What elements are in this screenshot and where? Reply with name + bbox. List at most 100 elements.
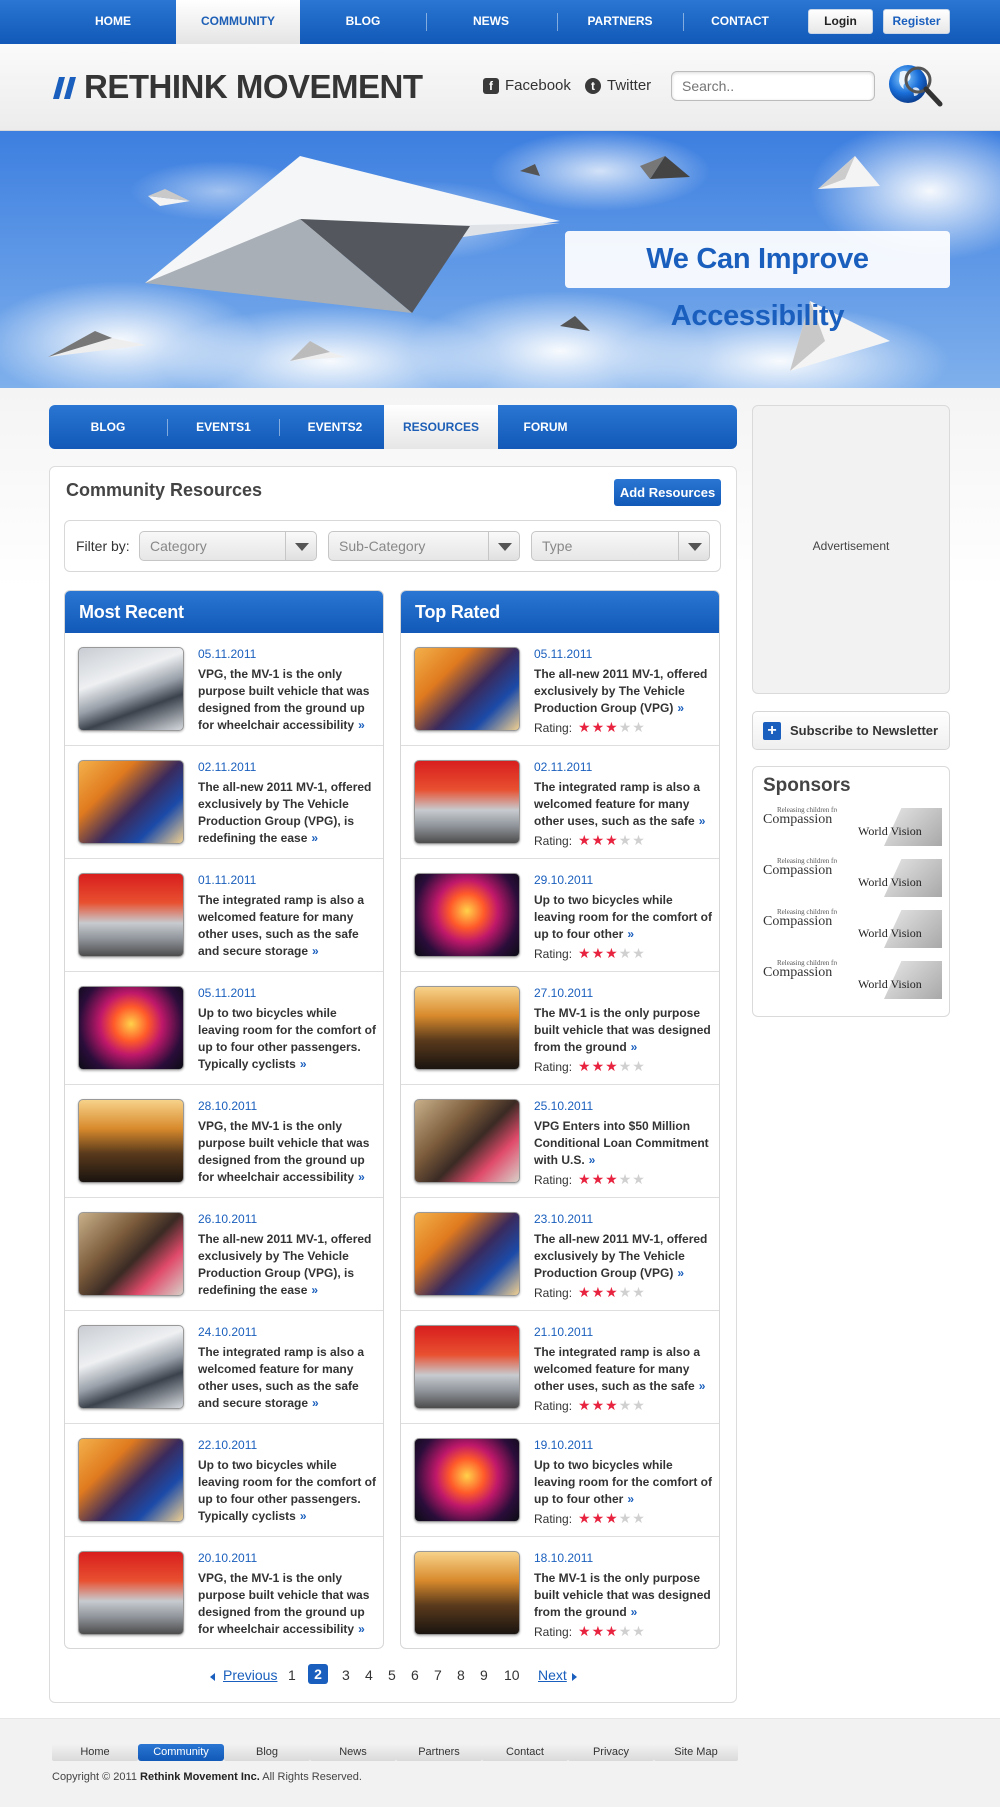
current-page[interactable]: 2	[308, 1664, 328, 1684]
sponsor-row[interactable]: Releasing children from poverty in Jesus…	[763, 959, 943, 1001]
sponsor-row[interactable]: Releasing children from poverty in Jesus…	[763, 908, 943, 950]
read-more-icon[interactable]: »	[312, 1396, 319, 1410]
star-rating[interactable]: ★★★★★	[578, 1623, 646, 1640]
top-rated-item[interactable]: 21.10.2011 The integrated ramp is also a …	[401, 1311, 719, 1424]
type-select[interactable]: Type	[531, 531, 710, 561]
star-rating[interactable]: ★★★★★	[578, 832, 646, 849]
star-rating[interactable]: ★★★★★	[578, 1397, 646, 1414]
read-more-icon[interactable]: »	[312, 944, 319, 958]
footer-link-home[interactable]: Home	[52, 1744, 138, 1761]
footer-link-partners[interactable]: Partners	[396, 1744, 482, 1761]
subnav-blog[interactable]: BLOG	[49, 405, 167, 449]
read-more-icon[interactable]: »	[699, 814, 706, 828]
star-rating[interactable]: ★★★★★	[578, 1058, 646, 1075]
read-more-icon[interactable]: »	[300, 1057, 307, 1071]
page-link[interactable]: 5	[388, 1667, 396, 1683]
globe-search-icon[interactable]	[886, 60, 948, 112]
compassion-logo[interactable]: Releasing children from poverty in Jesus…	[763, 806, 837, 828]
read-more-icon[interactable]: »	[677, 701, 684, 715]
next-page-link[interactable]: Next	[538, 1667, 567, 1683]
read-more-icon[interactable]: »	[358, 1170, 365, 1184]
top-rated-item[interactable]: 23.10.2011 The all-new 2011 MV-1, offered…	[401, 1198, 719, 1311]
twitter-link[interactable]: t Twitter	[585, 77, 651, 94]
read-more-icon[interactable]: »	[311, 831, 318, 845]
page-link[interactable]: 4	[365, 1667, 373, 1683]
star-rating[interactable]: ★★★★★	[578, 1284, 646, 1301]
world-vision-logo[interactable]: World Vision	[858, 824, 922, 839]
ferris-wheel-thumbnail[interactable]	[414, 873, 520, 957]
footer-link-blog[interactable]: Blog	[224, 1744, 310, 1761]
world-vision-logo[interactable]: World Vision	[858, 977, 922, 992]
silver-car-thumbnail[interactable]	[78, 873, 184, 957]
subnav-resources[interactable]: RESOURCES	[384, 405, 498, 449]
search-input[interactable]	[671, 71, 875, 101]
read-more-icon[interactable]: »	[631, 1605, 638, 1619]
login-button[interactable]: Login	[808, 9, 873, 34]
read-more-icon[interactable]: »	[358, 1622, 365, 1636]
site-logo[interactable]: RETHINK MOVEMENT	[84, 68, 423, 106]
footer-link-community[interactable]: Community	[138, 1744, 224, 1761]
silver-car-thumbnail[interactable]	[414, 1325, 520, 1409]
category-select[interactable]: Category	[139, 531, 317, 561]
compassion-logo[interactable]: Releasing children from poverty in Jesus…	[763, 959, 837, 981]
cyclist-thumbnail[interactable]	[78, 1438, 184, 1522]
most-recent-item[interactable]: 20.10.2011 VPG, the MV-1 is the only purp…	[65, 1537, 383, 1648]
sponsor-row[interactable]: Releasing children from poverty in Jesus…	[763, 806, 943, 848]
car-concept-thumbnail[interactable]	[78, 647, 184, 731]
compassion-logo[interactable]: Releasing children from poverty in Jesus…	[763, 908, 837, 930]
car-interior-thumbnail[interactable]	[414, 1551, 520, 1635]
subnav-forum[interactable]: FORUM	[498, 405, 593, 449]
most-recent-item[interactable]: 02.11.2011 The all-new 2011 MV-1, offered…	[65, 746, 383, 859]
page-link[interactable]: 10	[504, 1667, 520, 1683]
silver-car-thumbnail[interactable]	[414, 760, 520, 844]
facebook-link[interactable]: f Facebook	[483, 77, 571, 94]
most-recent-item[interactable]: 01.11.2011 The integrated ramp is also a …	[65, 859, 383, 972]
page-link[interactable]: 7	[434, 1667, 442, 1683]
nav-contact[interactable]: CONTACT	[685, 0, 795, 44]
footer-link-privacy[interactable]: Privacy	[568, 1744, 654, 1761]
page-link[interactable]: 3	[342, 1667, 350, 1683]
add-resources-button[interactable]: Add Resources	[614, 479, 721, 506]
page-link[interactable]: 9	[480, 1667, 488, 1683]
footer-link-sitemap[interactable]: Site Map	[654, 1744, 738, 1761]
read-more-icon[interactable]: »	[631, 1040, 638, 1054]
read-more-icon[interactable]: »	[300, 1509, 307, 1523]
top-rated-item[interactable]: 02.11.2011 The integrated ramp is also a …	[401, 746, 719, 859]
subnav-events2[interactable]: EVENTS2	[280, 405, 390, 449]
cyclist-thumbnail[interactable]	[414, 647, 520, 731]
nav-home[interactable]: HOME	[58, 0, 168, 44]
top-rated-item[interactable]: 19.10.2011 Up to two bicycles while leavi…	[401, 1424, 719, 1537]
page-link[interactable]: 8	[457, 1667, 465, 1683]
world-vision-logo[interactable]: World Vision	[858, 875, 922, 890]
cyclist-thumbnail[interactable]	[78, 760, 184, 844]
most-recent-item[interactable]: 05.11.2011 VPG, the MV-1 is the only purp…	[65, 633, 383, 746]
most-recent-item[interactable]: 05.11.2011 Up to two bicycles while leavi…	[65, 972, 383, 1085]
ferris-wheel-thumbnail[interactable]	[78, 986, 184, 1070]
subcategory-select[interactable]: Sub-Category	[328, 531, 520, 561]
read-more-icon[interactable]: »	[699, 1379, 706, 1393]
most-recent-item[interactable]: 24.10.2011 The integrated ramp is also a …	[65, 1311, 383, 1424]
previous-page-link[interactable]: Previous	[223, 1667, 277, 1683]
read-more-icon[interactable]: »	[589, 1153, 596, 1167]
read-more-icon[interactable]: »	[627, 927, 634, 941]
world-vision-logo[interactable]: World Vision	[858, 926, 922, 941]
star-rating[interactable]: ★★★★★	[578, 945, 646, 962]
page-link[interactable]: 1	[288, 1667, 296, 1683]
nav-blog[interactable]: BLOG	[308, 0, 418, 44]
nav-community[interactable]: COMMUNITY	[176, 0, 300, 44]
person-blur-thumbnail[interactable]	[414, 1099, 520, 1183]
page-link[interactable]: 6	[411, 1667, 419, 1683]
top-rated-item[interactable]: 25.10.2011 VPG Enters into $50 Million Co…	[401, 1085, 719, 1198]
footer-link-contact[interactable]: Contact	[482, 1744, 568, 1761]
read-more-icon[interactable]: »	[358, 718, 365, 732]
compassion-logo[interactable]: Releasing children from poverty in Jesus…	[763, 857, 837, 879]
cyclist-thumbnail[interactable]	[414, 1212, 520, 1296]
star-rating[interactable]: ★★★★★	[578, 719, 646, 736]
star-rating[interactable]: ★★★★★	[578, 1171, 646, 1188]
most-recent-item[interactable]: 26.10.2011 The all-new 2011 MV-1, offered…	[65, 1198, 383, 1311]
top-rated-item[interactable]: 29.10.2011 Up to two bicycles while leavi…	[401, 859, 719, 972]
ferris-wheel-thumbnail[interactable]	[414, 1438, 520, 1522]
silver-car-thumbnail[interactable]	[78, 1551, 184, 1635]
car-interior-thumbnail[interactable]	[414, 986, 520, 1070]
read-more-icon[interactable]: »	[677, 1266, 684, 1280]
